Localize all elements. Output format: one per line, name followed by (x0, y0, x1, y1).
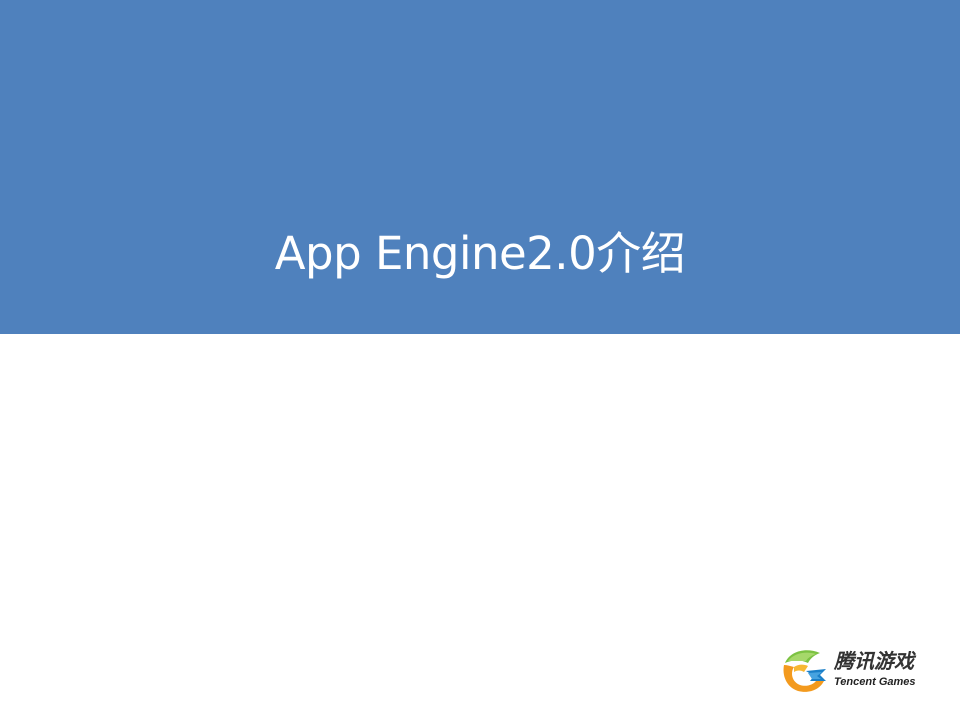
logo-name-cn: 腾讯游戏 (834, 649, 914, 673)
tencent-games-logo-icon (783, 650, 826, 692)
title-banner: App Engine2.0介绍 (0, 0, 960, 334)
logo-name-en: Tencent Games (834, 676, 916, 688)
slide-title: App Engine2.0介绍 (274, 227, 686, 280)
tencent-games-logo: 腾讯游戏 Tencent Games (780, 645, 940, 695)
